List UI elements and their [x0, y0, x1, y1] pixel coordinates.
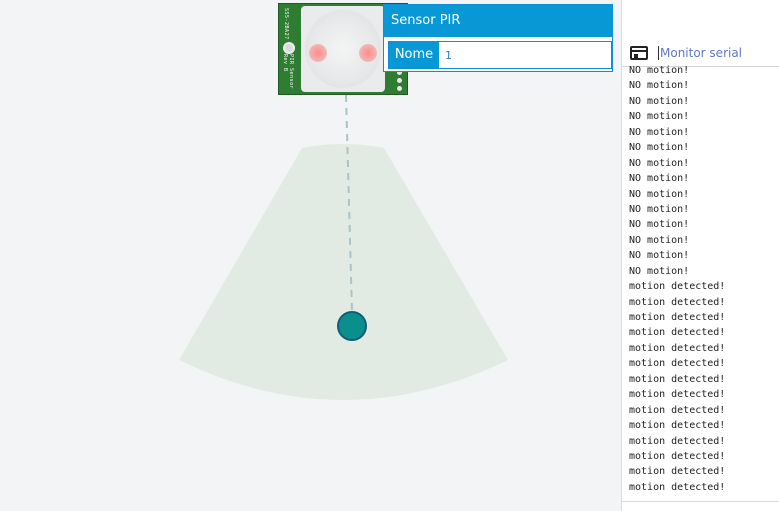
serial-log-line: motion detected! — [629, 466, 726, 478]
serial-log-line: NO motion! — [629, 188, 690, 200]
serial-log-line: motion detected! — [629, 296, 726, 308]
serial-log-line: NO motion! — [629, 203, 690, 215]
properties-popup: Sensor PIR Nome — [383, 4, 617, 72]
serial-log[interactable]: NO motion! NO motion! NO motion! NO motion!… — [629, 63, 777, 493]
serial-log-line: motion detected! — [629, 312, 726, 323]
serial-log-line: motion detected! — [629, 481, 726, 493]
serial-log-line: NO motion! — [629, 219, 690, 231]
properties-title: Sensor PIR — [384, 5, 612, 37]
pir-dome — [301, 6, 385, 92]
serial-footer-divider — [622, 501, 779, 502]
serial-log-line: motion detected! — [629, 281, 726, 293]
serial-log-line: NO motion! — [629, 111, 690, 123]
terminal-window-icon — [630, 46, 648, 60]
fresnel-lens — [305, 10, 381, 88]
serial-log-line: motion detected! — [629, 450, 726, 462]
serial-log-line: NO motion! — [629, 95, 690, 107]
serial-log-line: NO motion! — [629, 173, 690, 185]
motion-target[interactable] — [337, 311, 367, 341]
serial-log-line: NO motion! — [629, 265, 690, 277]
serial-log-line: motion detected! — [629, 373, 726, 385]
serial-log-line: motion detected! — [629, 342, 726, 354]
serial-log-line: NO motion! — [629, 234, 690, 246]
simulation-canvas[interactable]: SS5-2BA27 PIR Sensor Rev B Sensor PIR No… — [0, 0, 621, 511]
detection-zone — [179, 144, 508, 400]
name-input[interactable] — [441, 44, 617, 66]
ir-indicator-left — [309, 44, 327, 62]
pin — [397, 86, 402, 91]
ir-indicator-right — [359, 44, 377, 62]
serial-log-line: motion detected! — [629, 327, 726, 339]
serial-log-line: NO motion! — [629, 126, 690, 138]
serial-log-line: motion detected! — [629, 435, 726, 447]
serial-log-line: motion detected! — [629, 420, 726, 432]
serial-log-line: NO motion! — [629, 142, 690, 154]
name-field-label: Nome — [389, 42, 439, 68]
board-label-1: SS5-2BA27 — [283, 8, 289, 40]
serial-monitor-title: Monitor serial — [658, 46, 743, 60]
board-label-2: PIR Sensor Rev B — [282, 54, 294, 90]
pin — [397, 78, 402, 83]
serial-monitor-panel: Monitor serial NO motion! NO motion! NO mo… — [621, 0, 779, 511]
serial-log-line: NO motion! — [629, 80, 690, 92]
serial-log-line: NO motion! — [629, 65, 690, 76]
mounting-hole — [283, 42, 295, 54]
serial-log-line: motion detected! — [629, 389, 726, 401]
name-field-row: Nome — [388, 41, 617, 69]
serial-log-line: NO motion! — [629, 250, 690, 262]
serial-log-line: motion detected! — [629, 358, 726, 370]
serial-log-line: NO motion! — [629, 157, 690, 169]
serial-log-line: motion detected! — [629, 404, 726, 416]
